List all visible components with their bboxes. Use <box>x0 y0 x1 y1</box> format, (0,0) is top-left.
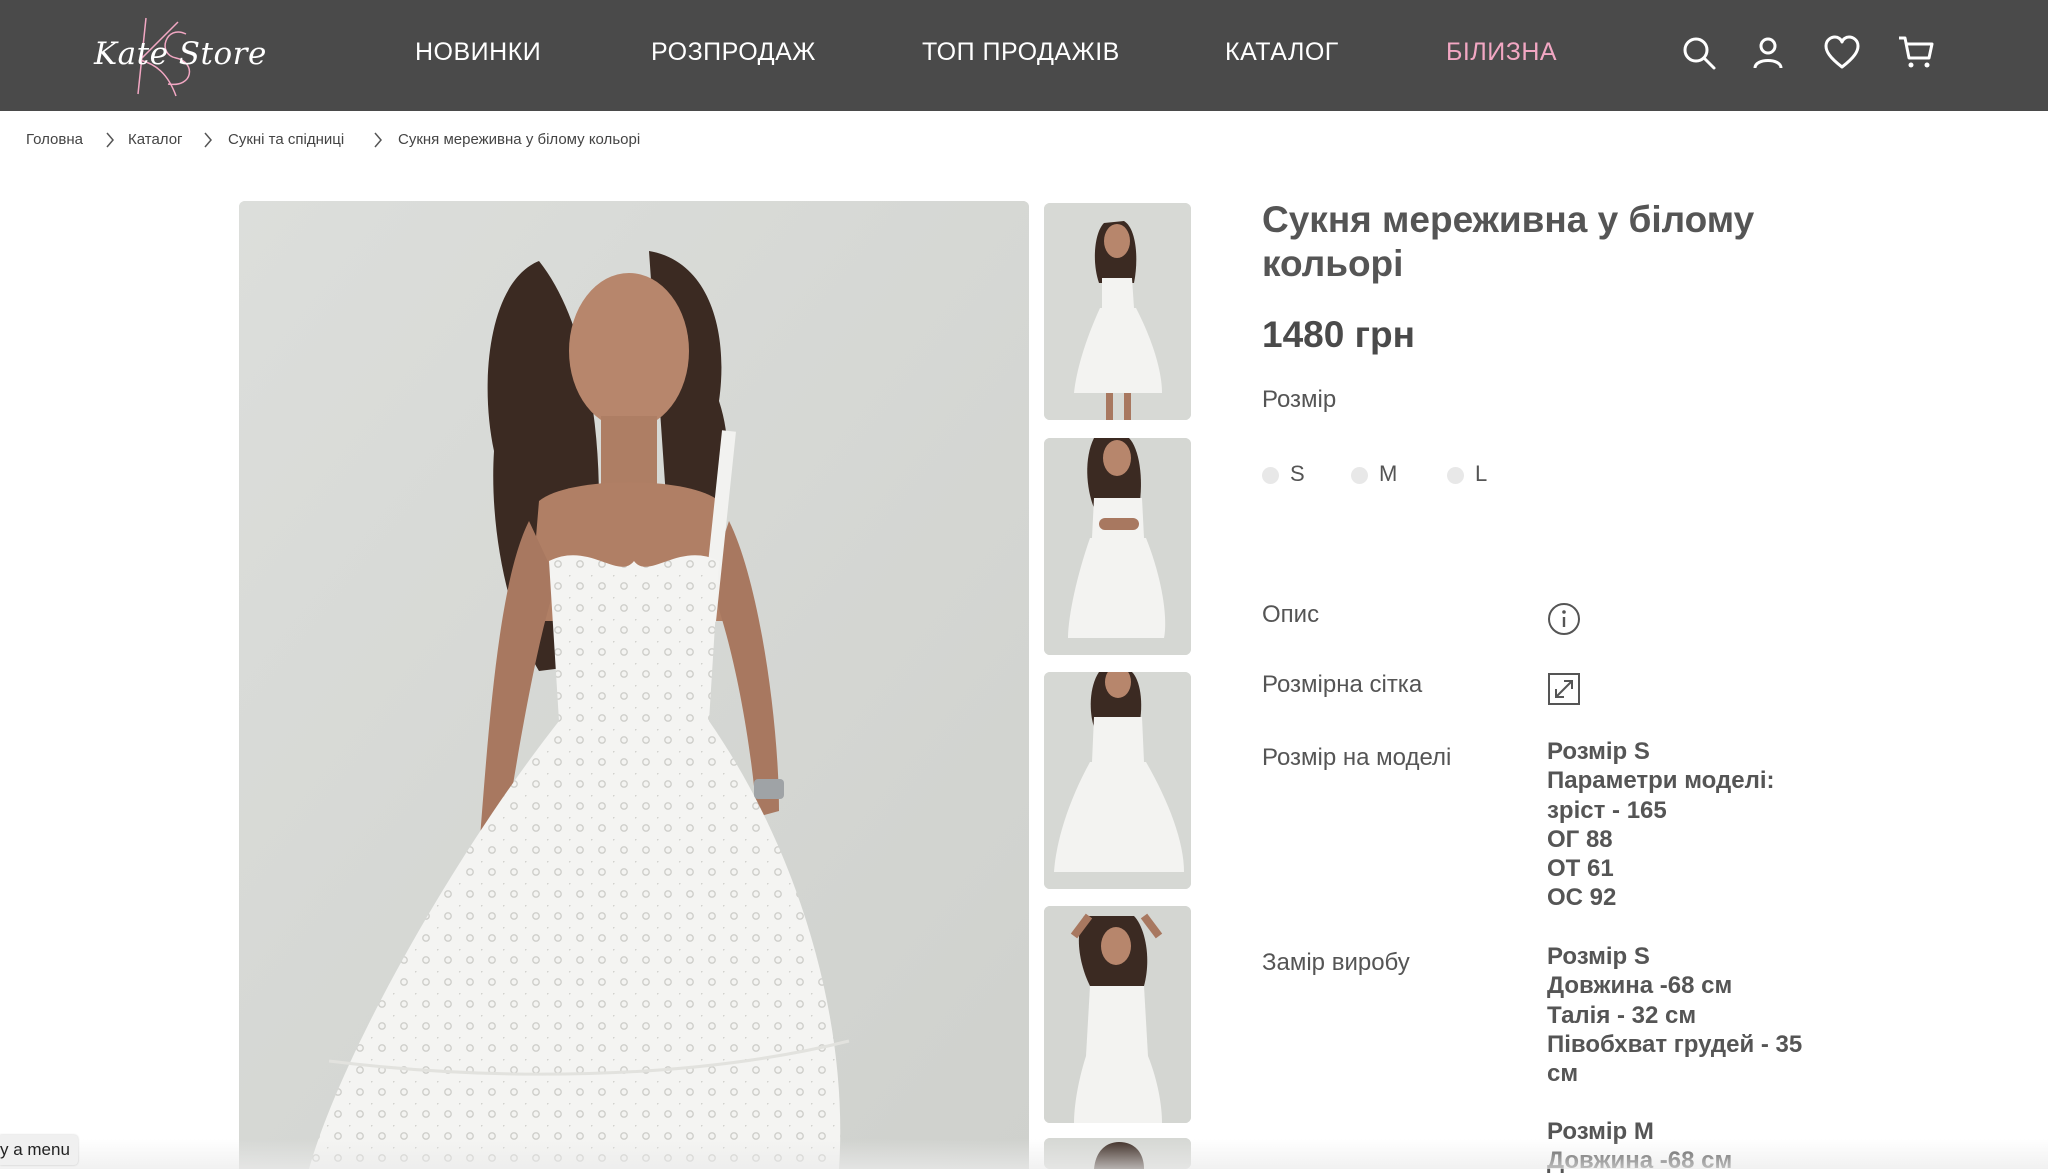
thumbnail-photo <box>1044 438 1191 655</box>
chevron-right-icon <box>374 132 382 148</box>
product-title: Сукня мереживна у білому кольорі <box>1262 199 1755 284</box>
breadcrumb-current: Сукня мереживна у білому кольорі <box>398 131 641 148</box>
thumbnail-photo <box>1044 672 1191 889</box>
radio-icon[interactable] <box>1351 467 1368 484</box>
expand-icon[interactable] <box>1547 672 1581 706</box>
measure-line: см <box>1547 1060 1579 1088</box>
measure-line: Довжина -68 см <box>1547 972 1733 1000</box>
nav-item-catalog[interactable]: КАТАЛОГ <box>1225 38 1339 67</box>
model-size-line: ОТ 61 <box>1547 855 1614 883</box>
thumbnail-photo <box>1044 203 1191 420</box>
chevron-right-icon <box>106 132 114 148</box>
product-price: 1480 грн <box>1262 314 1415 355</box>
size-option-label: S <box>1290 461 1305 486</box>
model-size-line: Параметри моделі: <box>1547 767 1775 795</box>
nav-item-lingerie[interactable]: БІЛИЗНА <box>1446 38 1557 67</box>
thumbnail-photo <box>1044 906 1191 1123</box>
product-main-image[interactable] <box>239 201 1029 1169</box>
measure-line: Розмір M <box>1547 1118 1654 1145</box>
logo-text: Kate Store <box>94 36 267 72</box>
size-label: Розмір <box>1262 386 1337 413</box>
nav-item-sale[interactable]: РОЗПРОДАЖ <box>651 38 816 67</box>
model-size-line: ОС 92 <box>1547 884 1617 912</box>
product-thumbnail[interactable] <box>1044 1138 1191 1169</box>
product-thumbnail[interactable] <box>1044 906 1191 1123</box>
user-icon[interactable] <box>1749 34 1787 72</box>
nav-item-top-sales[interactable]: ТОП ПРОДАЖІВ <box>922 38 1120 67</box>
info-icon[interactable] <box>1547 602 1581 636</box>
model-size-line: зріст - 165 <box>1547 796 1667 824</box>
size-option-label: L <box>1475 461 1488 486</box>
measure-line: Талія - 32 см <box>1547 1001 1697 1029</box>
product-thumbnail[interactable] <box>1044 672 1191 889</box>
model-size-label: Розмір на моделі <box>1262 744 1452 771</box>
model-size-line: Розмір S <box>1547 738 1650 765</box>
size-chart-label: Розмірна сітка <box>1262 671 1423 698</box>
radio-icon[interactable] <box>1262 467 1279 484</box>
size-option-label: M <box>1379 461 1398 486</box>
product-thumbnail[interactable] <box>1044 438 1191 655</box>
search-icon[interactable] <box>1680 34 1718 72</box>
product-thumbnail[interactable] <box>1044 203 1191 420</box>
breadcrumb-catalog[interactable]: Каталог <box>128 131 183 148</box>
measure-value-m: Розмір M Довжина -68 см <box>1547 1117 1837 1176</box>
model-size-line: ОГ 88 <box>1547 825 1613 853</box>
thumbnail-photo <box>1044 1138 1191 1169</box>
store-logo[interactable]: Kate Store <box>88 14 266 98</box>
menu-tooltip[interactable]: y a menu <box>0 1135 78 1165</box>
site-header: Kate Store НОВИНКИ РОЗПРОДАЖ ТОП ПРОДАЖІ… <box>0 0 2048 111</box>
chevron-right-icon <box>204 132 212 148</box>
measure-line: Розмір S <box>1547 943 1650 970</box>
breadcrumb-dresses[interactable]: Сукні та спідниці <box>228 131 344 148</box>
measure-line: Довжина -68 см <box>1547 1147 1733 1175</box>
measure-label: Замір виробу <box>1262 949 1410 976</box>
radio-icon[interactable] <box>1447 467 1464 484</box>
breadcrumb-home[interactable]: Головна <box>26 131 83 148</box>
nav-item-new[interactable]: НОВИНКИ <box>415 38 541 67</box>
model-size-value: Розмір S Параметри моделі: зріст - 165 О… <box>1547 737 1837 913</box>
cart-icon[interactable] <box>1897 34 1935 72</box>
measure-line: Півобхват грудей - 35 <box>1547 1030 1803 1058</box>
description-label: Опис <box>1262 601 1320 628</box>
dress-photo <box>239 201 1029 1169</box>
heart-icon[interactable] <box>1823 34 1861 72</box>
measure-value: Розмір S Довжина -68 см Талія - 32 см Пі… <box>1547 942 1837 1088</box>
